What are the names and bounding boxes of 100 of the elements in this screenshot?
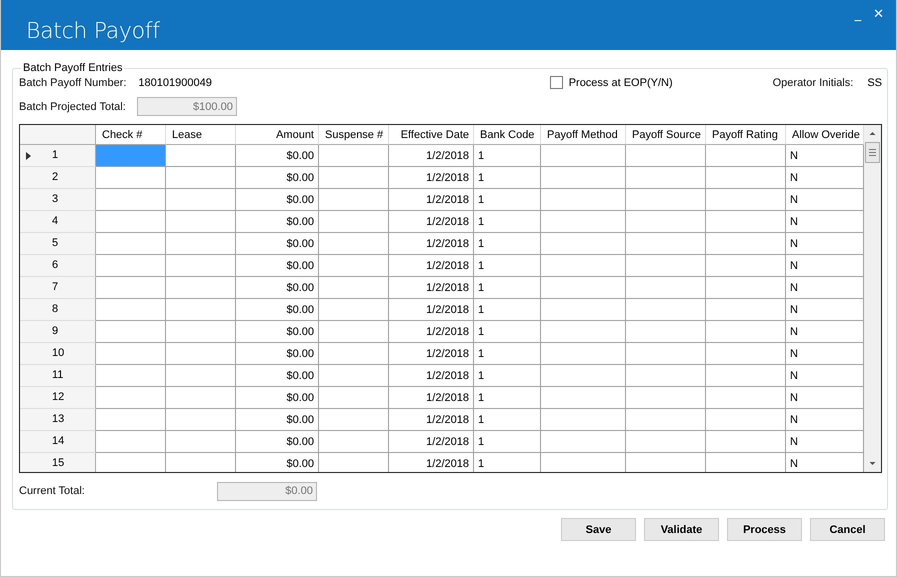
- table-cell[interactable]: 1: [474, 188, 541, 211]
- table-cell[interactable]: [96, 320, 166, 343]
- table-cell[interactable]: [541, 342, 626, 365]
- table-cell[interactable]: [166, 276, 236, 299]
- column-header[interactable]: Effective Date: [389, 124, 474, 145]
- projected-total-field[interactable]: $100.00: [136, 97, 237, 116]
- table-cell[interactable]: [541, 232, 626, 255]
- table-cell[interactable]: [166, 232, 236, 255]
- table-cell[interactable]: [166, 386, 236, 409]
- table-cell[interactable]: 1: [474, 276, 541, 299]
- row-header[interactable]: 6: [20, 254, 96, 277]
- row-header[interactable]: 14: [20, 430, 96, 453]
- row-header[interactable]: 13: [20, 408, 96, 431]
- action-button[interactable]: Validate: [644, 518, 719, 541]
- action-button[interactable]: Save: [561, 518, 636, 541]
- table-cell[interactable]: $0.00: [236, 276, 319, 299]
- table-cell[interactable]: [319, 298, 389, 321]
- row-header[interactable]: 5: [20, 232, 96, 255]
- table-cell[interactable]: [626, 210, 706, 233]
- table-cell[interactable]: 1/2/2018: [389, 188, 474, 211]
- table-cell[interactable]: 1: [474, 408, 541, 431]
- row-header[interactable]: 7: [20, 276, 96, 299]
- table-cell[interactable]: [706, 166, 786, 189]
- row-header[interactable]: 12: [20, 386, 96, 409]
- table-cell[interactable]: [541, 276, 626, 299]
- table-cell[interactable]: 1: [474, 386, 541, 409]
- table-cell[interactable]: [319, 320, 389, 343]
- table-cell[interactable]: 1/2/2018: [389, 386, 474, 409]
- table-cell[interactable]: [541, 254, 626, 277]
- table-cell[interactable]: [96, 408, 166, 431]
- table-cell[interactable]: 1: [474, 430, 541, 453]
- table-cell[interactable]: [706, 144, 786, 167]
- table-cell[interactable]: [319, 430, 389, 453]
- column-header[interactable]: Payoff Rating: [706, 124, 786, 145]
- column-header[interactable]: Lease: [166, 124, 236, 145]
- action-button[interactable]: Cancel: [810, 518, 885, 541]
- row-header[interactable]: 10: [20, 342, 96, 365]
- table-cell[interactable]: 1: [474, 342, 541, 365]
- table-cell[interactable]: 1/2/2018: [389, 342, 474, 365]
- table-cell[interactable]: 1/2/2018: [389, 166, 474, 189]
- table-cell[interactable]: $0.00: [236, 298, 319, 321]
- row-header[interactable]: 3: [20, 188, 96, 211]
- row-header[interactable]: 8: [20, 298, 96, 321]
- row-header[interactable]: 9: [20, 320, 96, 343]
- table-cell[interactable]: [626, 386, 706, 409]
- table-cell[interactable]: [319, 210, 389, 233]
- table-cell[interactable]: 1: [474, 144, 541, 167]
- table-cell[interactable]: [706, 320, 786, 343]
- table-cell[interactable]: $0.00: [236, 408, 319, 431]
- table-cell[interactable]: [541, 386, 626, 409]
- table-cell[interactable]: [706, 430, 786, 453]
- table-cell[interactable]: 1/2/2018: [389, 276, 474, 299]
- table-cell[interactable]: [166, 144, 236, 167]
- table-cell[interactable]: 1: [474, 298, 541, 321]
- table-cell[interactable]: $0.00: [236, 386, 319, 409]
- table-cell[interactable]: 1: [474, 364, 541, 387]
- column-header[interactable]: Payoff Source: [626, 124, 706, 145]
- table-cell[interactable]: 1/2/2018: [389, 298, 474, 321]
- table-cell[interactable]: [541, 188, 626, 211]
- table-cell[interactable]: [626, 342, 706, 365]
- table-cell[interactable]: 1/2/2018: [389, 144, 474, 167]
- table-cell[interactable]: [626, 408, 706, 431]
- table-cell[interactable]: [166, 166, 236, 189]
- table-cell[interactable]: [626, 166, 706, 189]
- table-cell[interactable]: [541, 430, 626, 453]
- table-cell[interactable]: [96, 276, 166, 299]
- table-cell[interactable]: [96, 430, 166, 453]
- minimize-button[interactable]: _: [850, 6, 866, 24]
- table-cell[interactable]: 1: [474, 210, 541, 233]
- table-cell[interactable]: $0.00: [236, 166, 319, 189]
- close-button[interactable]: ✕: [869, 6, 888, 24]
- table-cell[interactable]: $0.00: [236, 144, 319, 167]
- table-cell[interactable]: [166, 364, 236, 387]
- row-header[interactable]: 15: [20, 452, 96, 472]
- table-cell[interactable]: [319, 166, 389, 189]
- table-cell[interactable]: 1/2/2018: [389, 364, 474, 387]
- table-cell[interactable]: $0.00: [236, 342, 319, 365]
- table-cell[interactable]: [319, 144, 389, 167]
- row-header[interactable]: 11: [20, 364, 96, 387]
- table-cell[interactable]: [626, 320, 706, 343]
- table-cell[interactable]: [706, 254, 786, 277]
- table-cell[interactable]: [96, 210, 166, 233]
- table-cell[interactable]: $0.00: [236, 210, 319, 233]
- table-cell[interactable]: [96, 342, 166, 365]
- table-cell[interactable]: 1: [474, 166, 541, 189]
- table-cell[interactable]: 1: [474, 232, 541, 255]
- table-cell[interactable]: [96, 232, 166, 255]
- table-cell[interactable]: [96, 386, 166, 409]
- column-header[interactable]: Amount: [236, 124, 319, 145]
- column-header[interactable]: Suspense #: [319, 124, 389, 145]
- table-cell[interactable]: [626, 276, 706, 299]
- table-cell[interactable]: [96, 144, 166, 167]
- table-cell[interactable]: [706, 188, 786, 211]
- table-cell[interactable]: [706, 276, 786, 299]
- table-cell[interactable]: 1: [474, 254, 541, 277]
- table-cell[interactable]: [319, 232, 389, 255]
- table-cell[interactable]: [626, 364, 706, 387]
- table-cell[interactable]: [706, 364, 786, 387]
- table-cell[interactable]: [166, 210, 236, 233]
- table-cell[interactable]: [626, 430, 706, 453]
